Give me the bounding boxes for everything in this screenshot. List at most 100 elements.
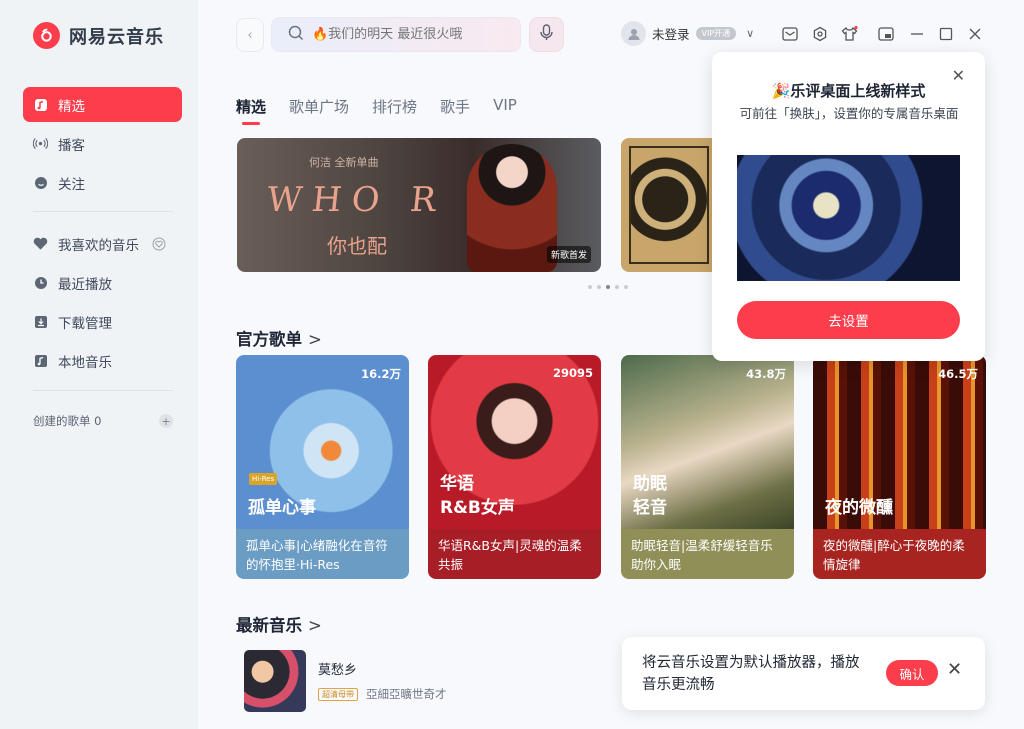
toast-message: 将云音乐设置为默认播放器，播放音乐更流畅 (642, 655, 860, 693)
sidebar-item-label: 播客 (58, 137, 85, 154)
section-title-text: 最新音乐 (236, 616, 302, 635)
mini-player-icon[interactable] (877, 25, 895, 43)
user-login[interactable]: 未登录 VIP开通 ∨ (621, 21, 754, 46)
official-playlists-title[interactable]: 官方歌单 > (236, 326, 322, 350)
skin-icon[interactable] (840, 25, 858, 43)
tab-charts[interactable]: 排行榜 (372, 96, 417, 117)
confirm-button[interactable]: 确认 (886, 660, 938, 686)
sidebar: 网易云音乐 精选 播客 关注 我喜欢的音乐 最近播放 下载管理 本地音乐 创建的… (0, 0, 198, 729)
add-playlist-icon[interactable]: + (159, 414, 173, 428)
play-count: 46.5万 (938, 367, 978, 381)
popup-preview-image (737, 155, 960, 281)
playlist-card[interactable]: 29095 华语 R&B女声 华语R&B女声|灵魂的温柔共振 (428, 355, 601, 579)
chevron-left-icon: ‹ (247, 27, 253, 43)
sidebar-item-label: 最近播放 (58, 276, 112, 293)
artist-name[interactable]: 亞細亞曠世奇才 (366, 686, 447, 702)
sidebar-divider (33, 390, 173, 391)
heart-icon (33, 236, 48, 251)
sidebar-divider (33, 211, 173, 212)
banner-tag: 新歌首发 (546, 246, 591, 263)
sidebar-item-recent[interactable]: 最近播放 (23, 265, 182, 300)
hires-badge-icon: Hi-Res (249, 473, 278, 485)
sidebar-item-label: 本地音乐 (58, 354, 112, 371)
main-tabs: 精选 歌单广场 排行榜 歌手 VIP (236, 96, 517, 125)
sidebar-item-liked-music[interactable]: 我喜欢的音乐 (23, 226, 182, 261)
sidebar-item-label: 精选 (58, 98, 85, 115)
popup-title: 🎉乐评桌面上线新样式 (771, 82, 926, 100)
playlist-card-title: 华语 R&B女声 (440, 474, 515, 518)
playlist-card-title: 孤单心事 (248, 498, 316, 518)
banner-hint: 何洁 全新单曲 (309, 156, 379, 169)
default-player-toast: 将云音乐设置为默认播放器，播放音乐更流畅 确认 ✕ (622, 637, 985, 710)
close-icon[interactable]: ✕ (947, 659, 962, 680)
avatar[interactable] (621, 21, 646, 46)
playlist-card-title: 助眠 轻音 (633, 474, 667, 518)
close-icon[interactable] (966, 25, 984, 43)
pagination-dot[interactable] (588, 285, 592, 289)
pagination-dot[interactable] (624, 285, 628, 289)
playlist-card-desc: 助眠轻音|温柔舒缓轻音乐助你入眠 (621, 529, 794, 579)
banner-artist-image (467, 144, 557, 272)
banner-next-artwork (629, 146, 709, 264)
go-settings-button[interactable]: 去设置 (737, 301, 960, 339)
app-logo[interactable]: 网易云音乐 (33, 22, 164, 49)
banner-subtitle: 你也配 (327, 234, 387, 258)
sidebar-item-follow[interactable]: 关注 (23, 165, 182, 200)
song-cover (244, 650, 306, 712)
tab-artists[interactable]: 歌手 (440, 96, 470, 117)
play-count: 43.8万 (746, 367, 786, 381)
sidebar-item-downloads[interactable]: 下载管理 (23, 304, 182, 339)
song-name: 莫愁乡 (318, 663, 358, 678)
banner-next[interactable] (621, 138, 716, 272)
playlist-card[interactable]: 46.5万 夜的微醺 夜的微醺|醉心于夜晚的柔情旋律 (813, 355, 986, 579)
pagination-dot-active[interactable] (606, 285, 610, 289)
pagination-dot[interactable] (597, 285, 601, 289)
sidebar-item-label: 关注 (58, 176, 85, 193)
sidebar-item-label: 下载管理 (58, 315, 112, 332)
download-icon (33, 314, 48, 329)
broadcast-icon (33, 136, 48, 151)
microphone-icon (540, 24, 553, 45)
clock-icon (33, 275, 48, 290)
back-button[interactable]: ‹ (236, 18, 264, 52)
chat-bubble-icon (33, 175, 48, 190)
chevron-down-icon[interactable]: ∨ (746, 27, 754, 40)
pagination-dot[interactable] (615, 285, 619, 289)
playlist-card-desc: 华语R&B女声|灵魂的温柔共振 (428, 529, 601, 579)
local-music-icon (33, 353, 48, 368)
new-music-title[interactable]: 最新音乐 > (236, 612, 322, 636)
playlist-card[interactable]: 16.2万 Hi-Res 孤单心事 孤单心事|心绪融化在音符的怀抱里·Hi-Re… (236, 355, 409, 579)
playlist-card[interactable]: 43.8万 助眠 轻音 助眠轻音|温柔舒缓轻音乐助你入眠 (621, 355, 794, 579)
tab-playlist-square[interactable]: 歌单广场 (289, 96, 349, 117)
maximize-icon[interactable] (937, 25, 955, 43)
chevron-right-icon: > (308, 616, 322, 635)
app-name: 网易云音乐 (69, 26, 164, 48)
banner-main[interactable]: 何洁 全新单曲 WHO R U 你也配 新歌首发 (237, 138, 601, 272)
search-input[interactable] (312, 27, 492, 42)
list-item[interactable]: 莫愁乡 超清母带 亞細亞曠世奇才 (244, 650, 447, 712)
mail-icon[interactable] (781, 25, 799, 43)
netease-logo-icon (33, 22, 60, 49)
sidebar-item-local-music[interactable]: 本地音乐 (23, 343, 182, 378)
feature-popup: ✕ 🎉乐评桌面上线新样式 可前往「换肤」，设置你的专属音乐桌面 去设置 (712, 52, 985, 361)
music-note-icon (33, 97, 48, 112)
playlist-card-desc: 孤单心事|心绪融化在音符的怀抱里·Hi-Res (236, 529, 409, 579)
voice-search-button[interactable] (529, 17, 564, 52)
tab-vip[interactable]: VIP (493, 96, 517, 117)
popup-description: 可前往「换肤」，设置你的专属音乐桌面 (739, 106, 959, 121)
sidebar-item-featured[interactable]: 精选 (23, 87, 182, 122)
quality-badge: 超清母带 (318, 687, 358, 701)
play-count: 16.2万 (361, 367, 401, 381)
sidebar-item-podcast[interactable]: 播客 (23, 126, 182, 161)
banner-pagination (588, 285, 628, 289)
created-playlists-header[interactable]: 创建的歌单 0 + (33, 413, 173, 429)
heart-mode-icon[interactable] (151, 236, 166, 251)
tab-featured[interactable]: 精选 (236, 96, 266, 125)
search-box[interactable] (271, 17, 521, 52)
minimize-icon[interactable] (908, 25, 926, 43)
vip-badge[interactable]: VIP开通 (695, 27, 737, 40)
gear-icon[interactable] (811, 25, 829, 43)
play-count: 29095 (552, 366, 593, 380)
section-title-text: 官方歌单 (236, 330, 302, 349)
created-playlists-label: 创建的歌单 0 (33, 414, 102, 428)
